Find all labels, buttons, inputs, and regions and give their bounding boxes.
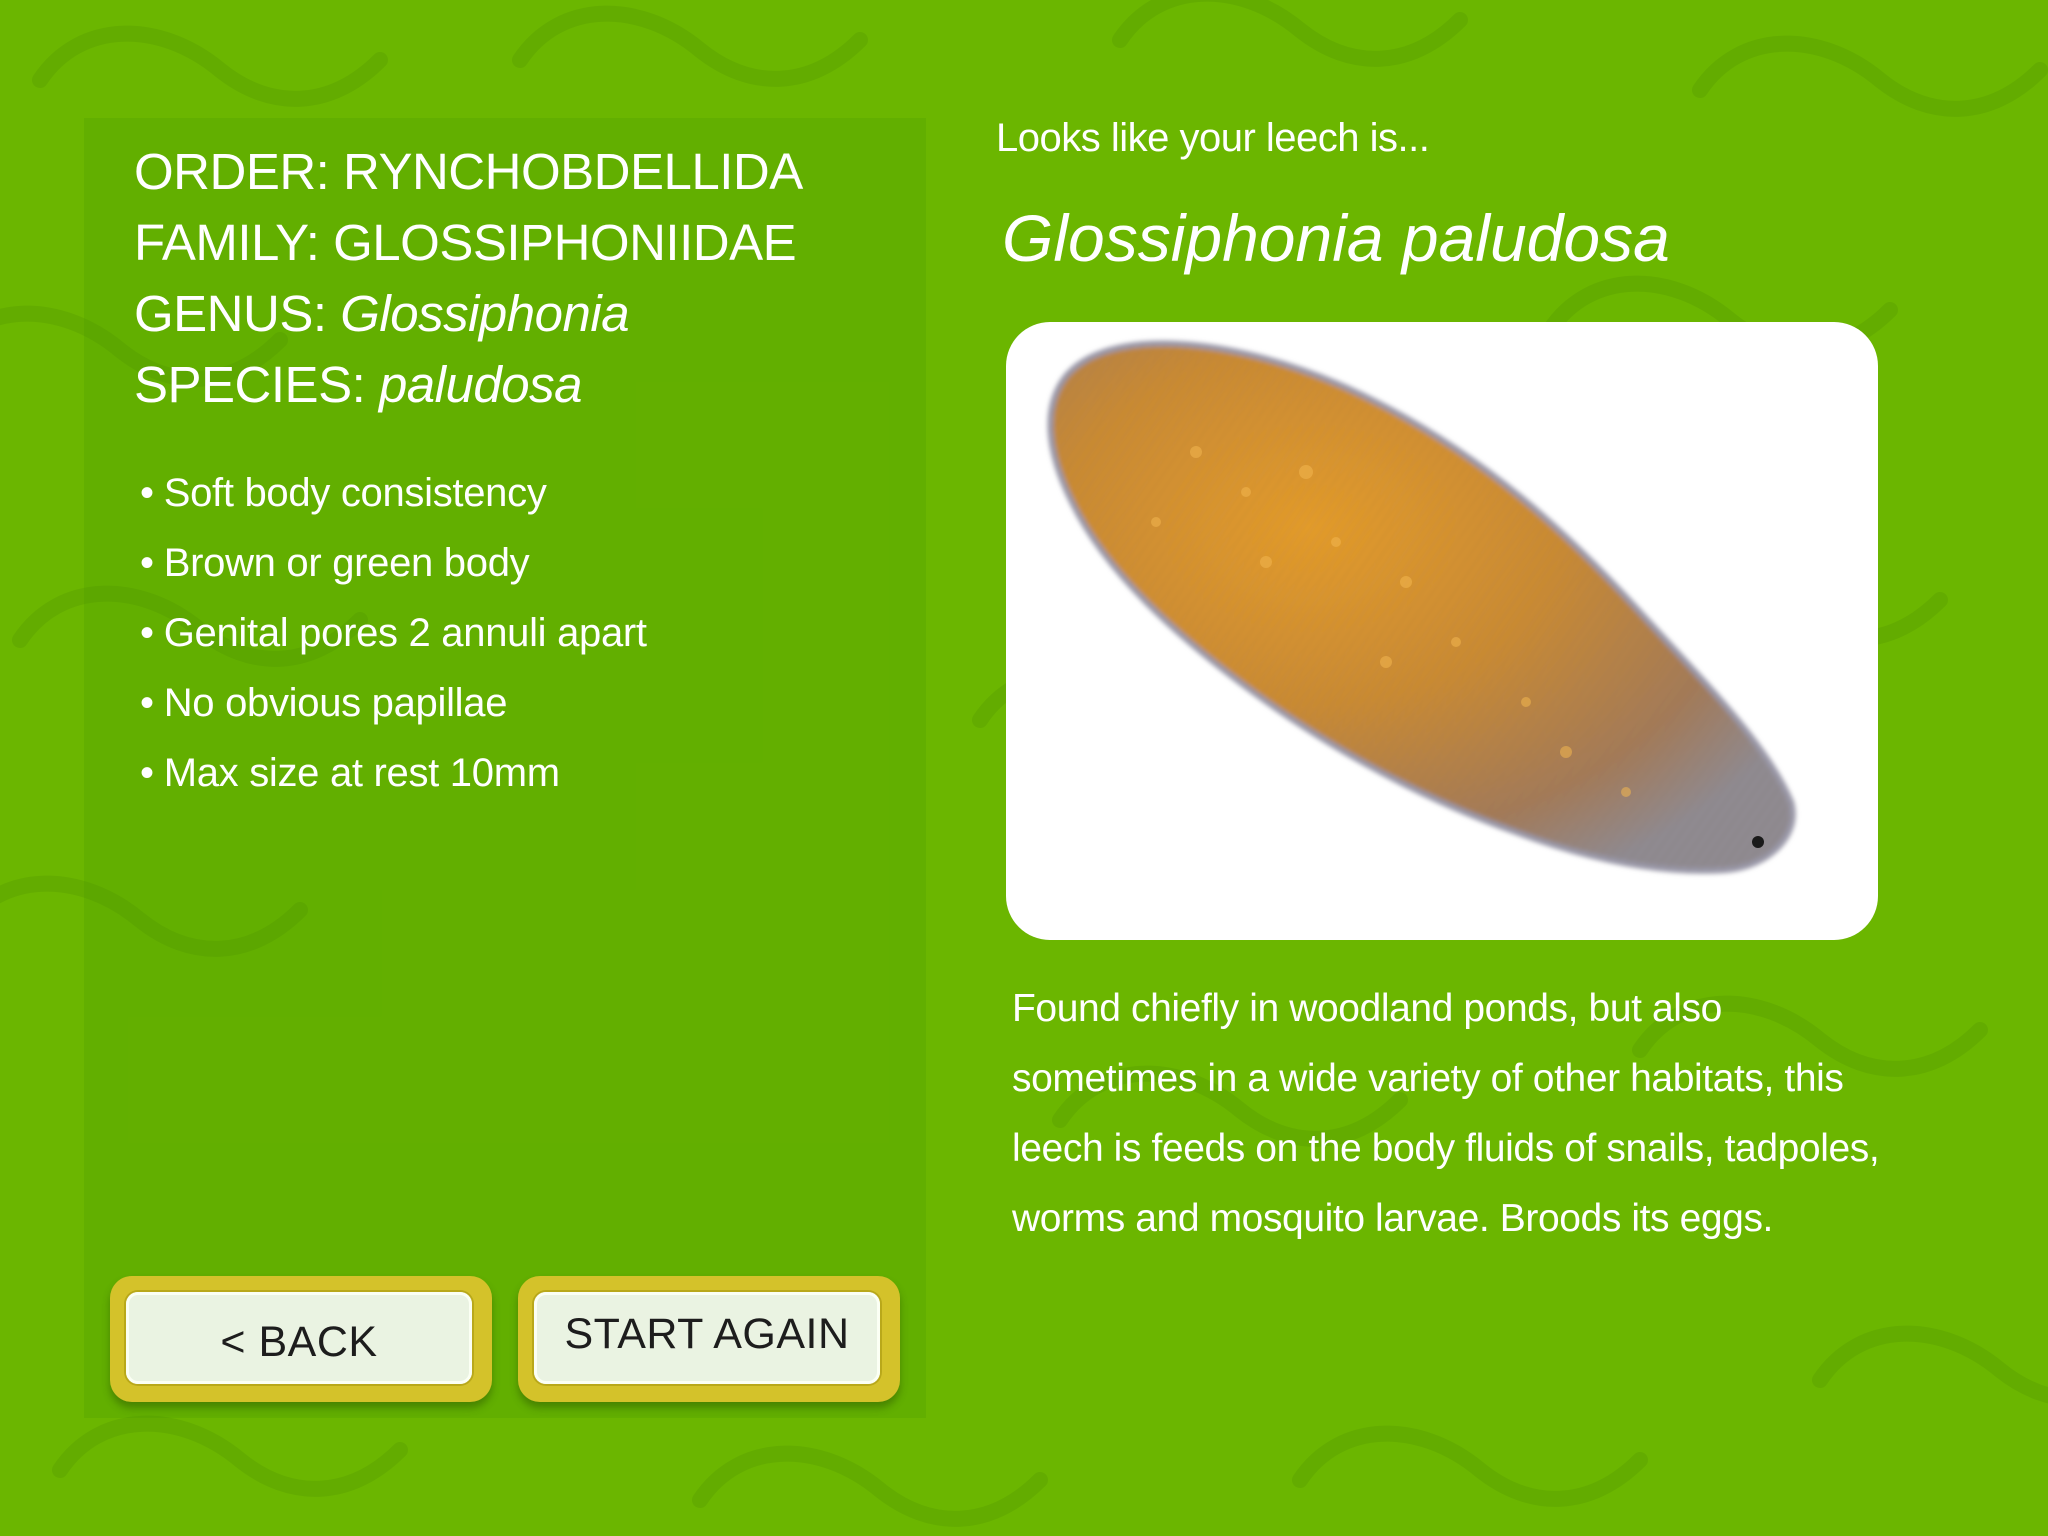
feature-item: Max size at rest 10mm bbox=[140, 738, 647, 808]
leech-photo bbox=[1006, 322, 1878, 940]
genus-label: GENUS: bbox=[134, 285, 327, 342]
start-again-button-label: START AGAIN bbox=[534, 1292, 880, 1384]
genus-row: GENUS: Glossiphonia bbox=[134, 278, 803, 349]
result-intro: Looks like your leech is... bbox=[996, 116, 1430, 160]
order-label: ORDER: bbox=[134, 143, 330, 200]
leech-sucker-mark bbox=[1752, 836, 1764, 848]
species-label: SPECIES: bbox=[134, 356, 366, 413]
species-value: paludosa bbox=[378, 356, 583, 413]
genus-value: Glossiphonia bbox=[340, 285, 630, 342]
feature-item: Soft body consistency bbox=[140, 458, 647, 528]
leech-illustration bbox=[1047, 340, 1796, 874]
species-description: Found chiefly in woodland ponds, but als… bbox=[1012, 987, 1880, 1240]
family-row: FAMILY: GLOSSIPHONIIDAE bbox=[134, 207, 803, 278]
species-title: Glossiphonia paludosa bbox=[1002, 201, 1670, 275]
order-value: RYNCHOBDELLIDA bbox=[343, 143, 803, 200]
feature-list: Soft body consistency Brown or green bod… bbox=[140, 458, 647, 808]
taxonomy-block: ORDER: RYNCHOBDELLIDA FAMILY: GLOSSIPHON… bbox=[134, 136, 803, 420]
order-row: ORDER: RYNCHOBDELLIDA bbox=[134, 136, 803, 207]
feature-item: No obvious papillae bbox=[140, 668, 647, 738]
species-row: SPECIES: paludosa bbox=[134, 349, 803, 420]
family-label: FAMILY: bbox=[134, 214, 320, 271]
feature-item: Genital pores 2 annuli apart bbox=[140, 598, 647, 668]
back-button-label: < BACK bbox=[126, 1292, 472, 1384]
back-button[interactable]: < BACK bbox=[110, 1276, 492, 1402]
start-again-button[interactable]: START AGAIN bbox=[518, 1276, 900, 1402]
family-value: GLOSSIPHONIIDAE bbox=[333, 214, 797, 271]
feature-item: Brown or green body bbox=[140, 528, 647, 598]
